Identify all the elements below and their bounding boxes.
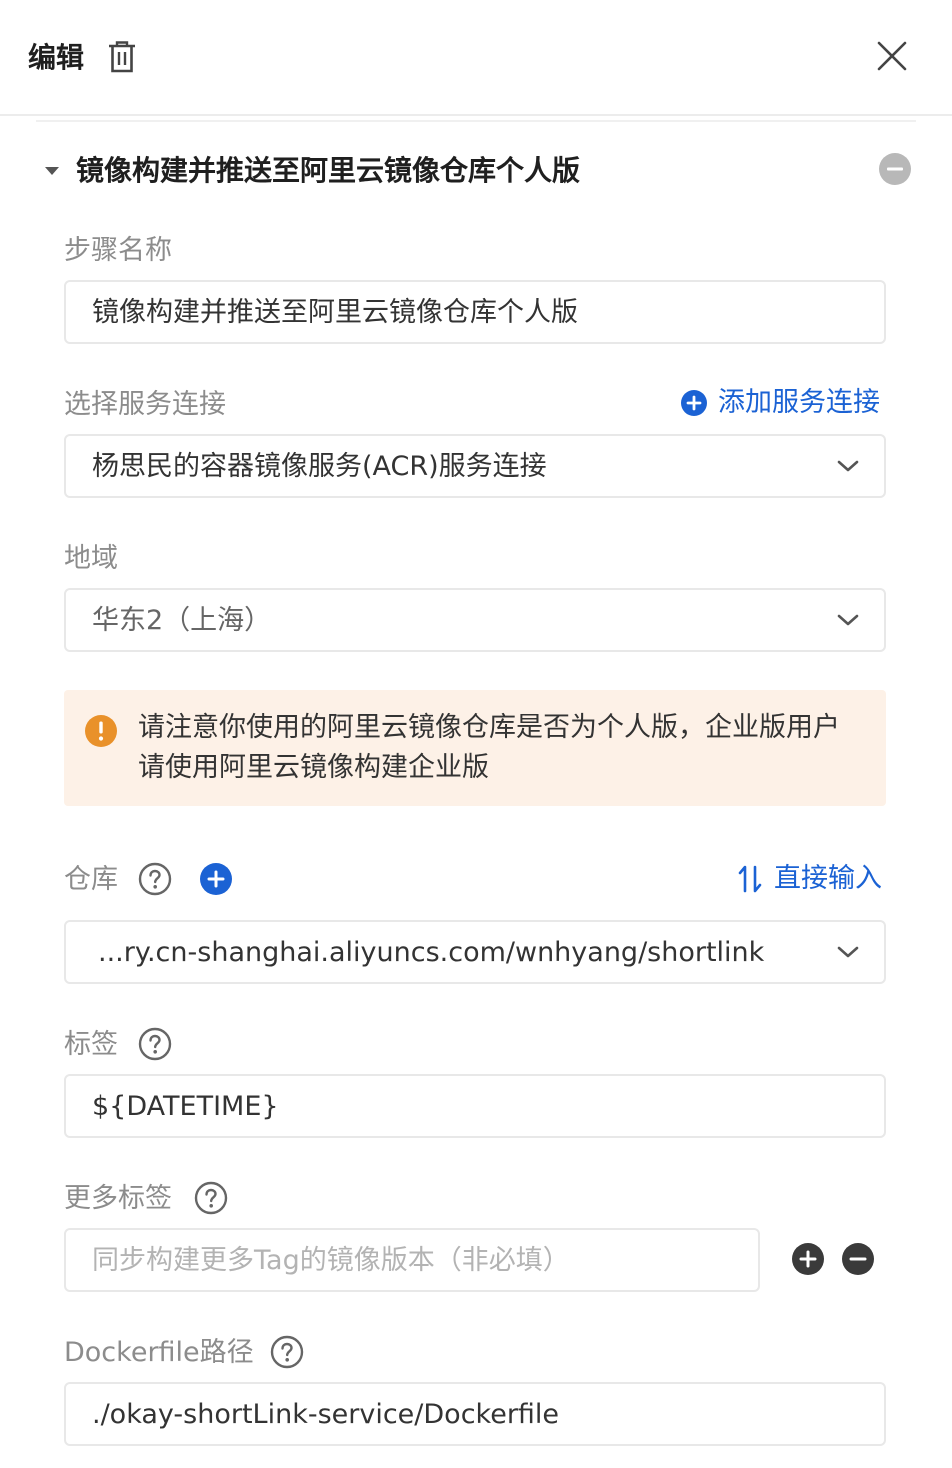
help-icon[interactable] (138, 1027, 172, 1061)
step-name-label: 步骤名称 (64, 235, 172, 266)
direct-input-label: 直接输入 (774, 863, 882, 894)
remove-tag-icon[interactable] (841, 1242, 875, 1276)
region-label: 地域 (64, 543, 118, 574)
plus-circle-icon (681, 390, 707, 416)
more-tags-placeholder: 同步构建更多Tag的镜像版本（非必填） (92, 1245, 570, 1276)
region-select[interactable]: 华东2（上海） (64, 588, 886, 652)
close-icon[interactable] (876, 40, 908, 72)
panel-header: 编辑 (0, 0, 952, 116)
tag-input[interactable]: ${DATETIME} (64, 1074, 886, 1138)
repository-value: ...ry.cn-shanghai.aliyuncs.com/wnhyang/s… (98, 937, 765, 968)
dockerfile-path-input[interactable]: ./okay-shortLink-service/Dockerfile (64, 1382, 886, 1446)
step-name-input[interactable]: 镜像构建并推送至阿里云镜像仓库个人版 (64, 280, 886, 344)
dockerfile-label: Dockerfile路径 (64, 1337, 254, 1368)
direct-input-link[interactable]: 直接输入 (738, 860, 882, 898)
tag-label: 标签 (64, 1029, 118, 1060)
caret-down-icon[interactable] (44, 165, 60, 177)
step-section-title: 镜像构建并推送至阿里云镜像仓库个人版 (76, 154, 581, 187)
repository-label: 仓库 (64, 864, 118, 895)
service-connection-select[interactable]: 杨思民的容器镜像服务(ACR)服务连接 (64, 434, 886, 498)
trash-icon[interactable] (106, 40, 138, 74)
chevron-down-icon (837, 946, 859, 958)
chevron-down-icon (837, 460, 859, 472)
more-tags-label: 更多标签 (64, 1183, 172, 1214)
tag-value: ${DATETIME} (92, 1091, 279, 1122)
more-tags-input[interactable]: 同步构建更多Tag的镜像版本（非必填） (64, 1228, 760, 1292)
step-section-header[interactable]: 镜像构建并推送至阿里云镜像仓库个人版 (40, 150, 916, 194)
help-icon[interactable] (138, 862, 172, 896)
add-service-connection-label: 添加服务连接 (718, 387, 880, 418)
repository-select[interactable]: ...ry.cn-shanghai.aliyuncs.com/wnhyang/s… (64, 920, 886, 984)
help-icon[interactable] (270, 1335, 304, 1369)
dockerfile-path-value: ./okay-shortLink-service/Dockerfile (92, 1399, 560, 1430)
service-connection-value: 杨思民的容器镜像服务(ACR)服务连接 (92, 451, 547, 482)
add-service-connection-link[interactable]: 添加服务连接 (680, 384, 880, 422)
swap-icon (738, 865, 762, 893)
add-tag-icon[interactable] (791, 1242, 825, 1276)
chevron-down-icon (837, 614, 859, 626)
step-name-value: 镜像构建并推送至阿里云镜像仓库个人版 (92, 297, 578, 328)
service-connection-label: 选择服务连接 (64, 389, 226, 420)
warning-alert: 请注意你使用的阿里云镜像仓库是否为个人版，企业版用户请使用阿里云镜像构建企业版 (64, 690, 886, 806)
region-value: 华东2（上海） (92, 605, 272, 636)
warning-alert-text: 请注意你使用的阿里云镜像仓库是否为个人版，企业版用户请使用阿里云镜像构建企业版 (138, 712, 840, 783)
divider (36, 120, 916, 122)
help-icon[interactable] (194, 1181, 228, 1215)
add-repository-icon[interactable] (199, 862, 233, 896)
warning-icon (85, 715, 117, 747)
panel-title: 编辑 (28, 41, 85, 74)
remove-step-icon[interactable] (878, 152, 912, 186)
